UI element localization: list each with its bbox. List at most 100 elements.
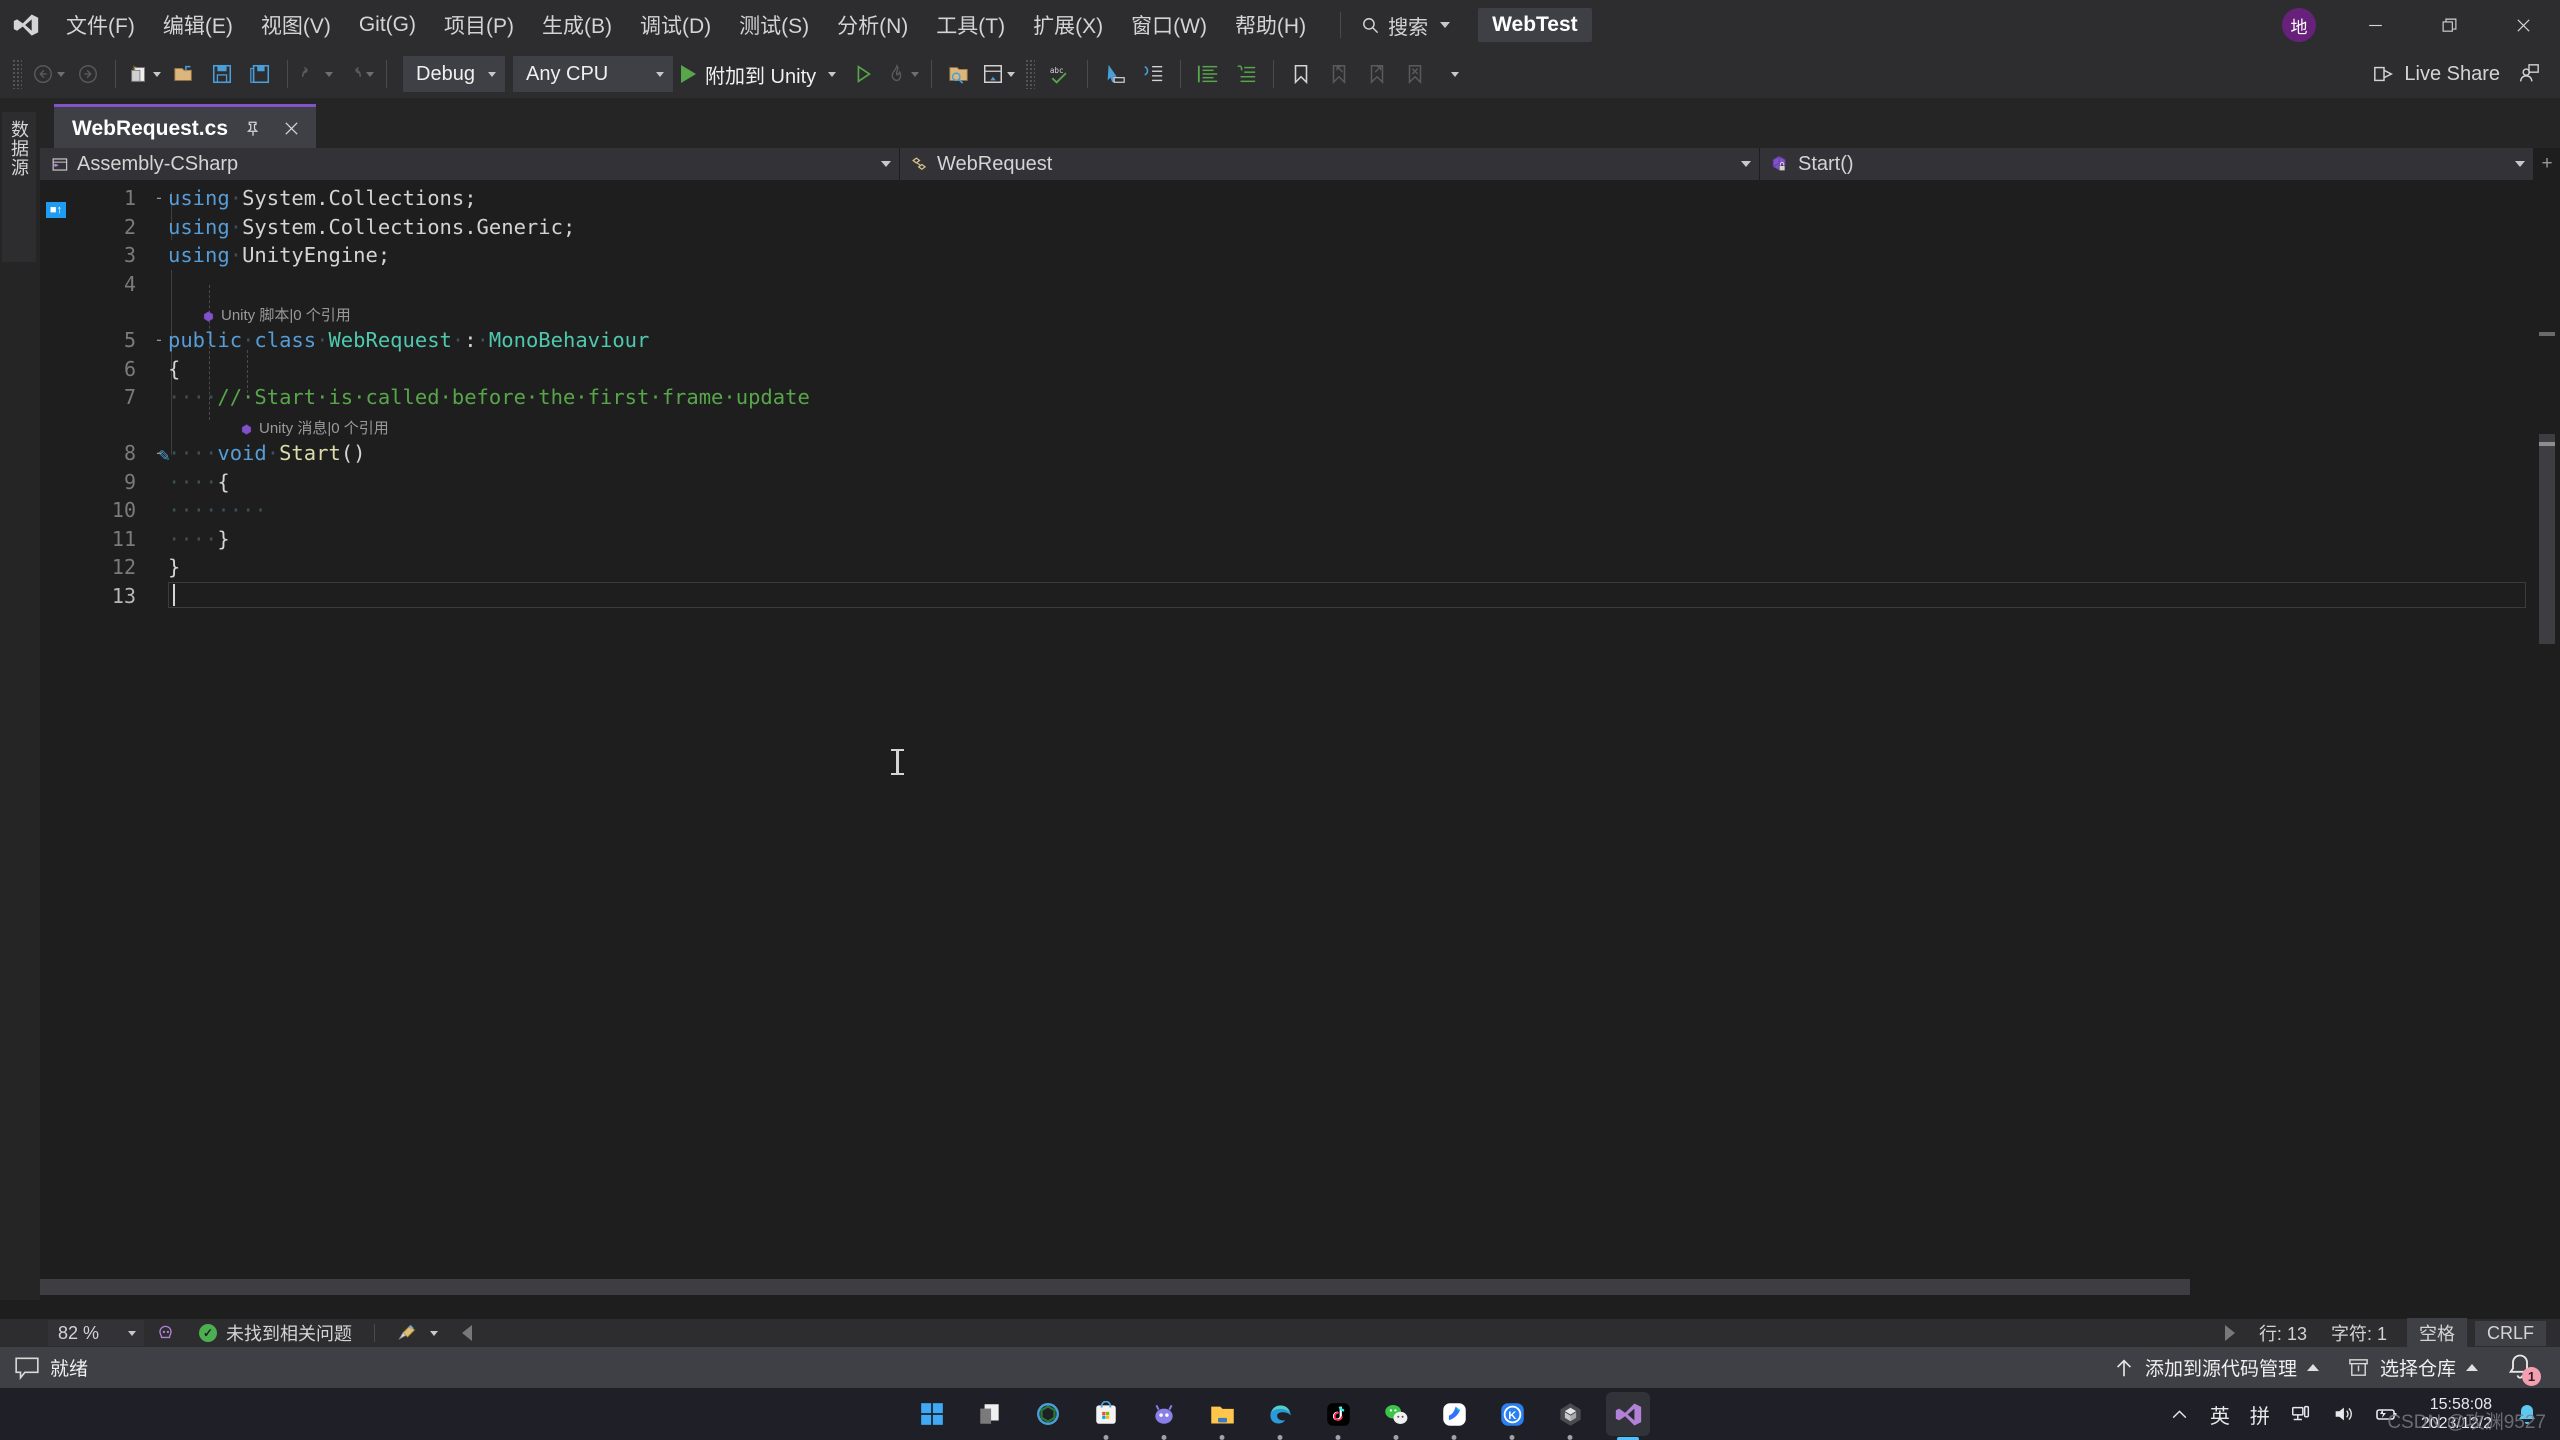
find-in-files-button[interactable] <box>940 55 978 93</box>
scroll-thumb[interactable] <box>40 1279 2190 1295</box>
start-without-debugging-button[interactable] <box>844 55 882 93</box>
tab-webrequest-cs[interactable]: WebRequest.cs <box>54 104 316 150</box>
taskbar-kuaishou-button[interactable]: K <box>1490 1392 1534 1440</box>
wrap-lines-button[interactable] <box>1227 55 1265 93</box>
code-line[interactable]: 1 - using·System.Collections; <box>40 184 2534 213</box>
taskbar-feishu-button[interactable] <box>1432 1392 1476 1440</box>
undo-button[interactable] <box>296 55 337 93</box>
status-scroll-right[interactable] <box>2213 1319 2247 1347</box>
search-input[interactable]: 搜索 <box>1355 8 1456 42</box>
indentation-mode[interactable]: 空格 <box>2406 1318 2467 1348</box>
menu-project[interactable]: 项目(P) <box>430 0 528 50</box>
pin-icon[interactable] <box>240 116 266 142</box>
menu-view[interactable]: 视图(V) <box>247 0 345 50</box>
code-line[interactable]: 4 <box>40 270 2534 299</box>
taskbar-unity-editor-button[interactable] <box>1548 1392 1592 1440</box>
code-line[interactable]: 12 } <box>40 553 2534 582</box>
new-project-button[interactable] <box>124 55 165 93</box>
navbar-type-select[interactable]: WebRequest <box>900 148 1760 180</box>
format-lines-button[interactable] <box>1189 55 1227 93</box>
taskbar-bilibili-button[interactable] <box>1142 1392 1186 1440</box>
clock[interactable]: 15:58:08 2023/12/2 <box>2411 1395 2502 1433</box>
taskbar-visual-studio-button[interactable] <box>1606 1392 1650 1440</box>
taskbar-task-view-button[interactable] <box>968 1392 1012 1436</box>
menu-debug[interactable]: 调试(D) <box>626 0 725 50</box>
toolbar-grip[interactable] <box>12 59 22 89</box>
navbar-split-button[interactable]: + <box>2534 148 2560 180</box>
fold-toggle[interactable]: - <box>150 184 168 213</box>
menu-extensions[interactable]: 扩展(X) <box>1019 0 1117 50</box>
solution-platform-select[interactable]: Any CPU <box>513 56 673 92</box>
live-share-person-button[interactable] <box>2510 55 2548 93</box>
sidebar-item-data-sources[interactable]: 数据源 <box>2 112 36 262</box>
window-layout-button[interactable] <box>978 55 1019 93</box>
add-to-source-control-button[interactable]: 添加到源代码管理 <box>2099 1347 2333 1388</box>
redo-button[interactable] <box>337 55 378 93</box>
navbar-project-select[interactable]: Assembly-CSharp <box>40 148 900 180</box>
ime-mode-indicator[interactable]: 拼 <box>2243 1393 2277 1435</box>
notifications-button[interactable]: 1 <box>2492 1347 2560 1388</box>
fold-toggle[interactable]: - <box>150 439 168 468</box>
scroll-thumb[interactable] <box>2539 434 2555 644</box>
code-line[interactable]: 10 ········ <box>40 496 2534 525</box>
navigate-forward-button[interactable] <box>69 55 107 93</box>
solution-configuration-select[interactable]: Debug <box>403 56 505 92</box>
caret-char-indicator[interactable]: 字符: 1 <box>2319 1319 2399 1347</box>
taskbar-edge-button[interactable] <box>1258 1392 1302 1440</box>
menu-file[interactable]: 文件(F) <box>52 0 149 50</box>
taskbar-wechat-button[interactable] <box>1374 1392 1418 1440</box>
editor-horizontal-scrollbar[interactable] <box>40 1274 2534 1300</box>
code-line[interactable]: 6 { <box>40 355 2534 384</box>
code-editor[interactable]: ■↑ ✎ 1 - using·System.Collections; 2 usi… <box>40 180 2560 1300</box>
spellcheck-button[interactable]: abc <box>1041 55 1079 93</box>
taskbar-start-button[interactable] <box>910 1392 954 1436</box>
toolbar-overflow-button[interactable] <box>1434 55 1472 93</box>
network-button[interactable] <box>2283 1393 2319 1435</box>
menu-git[interactable]: Git(G) <box>345 0 430 50</box>
toggle-bookmark-button[interactable] <box>1282 55 1320 93</box>
line-ending-mode[interactable]: CRLF <box>2474 1320 2546 1346</box>
tray-overflow-button[interactable] <box>2163 1393 2197 1435</box>
close-tab-icon[interactable] <box>278 116 304 142</box>
menu-window[interactable]: 窗口(W) <box>1117 0 1221 50</box>
volume-button[interactable] <box>2325 1393 2361 1435</box>
battery-button[interactable] <box>2367 1393 2405 1435</box>
previous-bookmark-button[interactable] <box>1320 55 1358 93</box>
code-line[interactable]: 9 ····{ <box>40 468 2534 497</box>
menu-build[interactable]: 生成(B) <box>528 0 626 50</box>
menu-edit[interactable]: 编辑(E) <box>149 0 247 50</box>
code-line[interactable]: 3 using·UnityEngine; <box>40 241 2534 270</box>
clear-bookmarks-button[interactable] <box>1396 55 1434 93</box>
editor-vertical-scrollbar[interactable] <box>2534 180 2560 1274</box>
code-cleanup-button[interactable] <box>385 1319 450 1347</box>
menu-tools[interactable]: 工具(T) <box>922 0 1019 50</box>
menu-help[interactable]: 帮助(H) <box>1221 0 1320 50</box>
intellicode-status[interactable] <box>144 1319 187 1347</box>
zoom-level-select[interactable]: 82 % <box>48 1320 144 1346</box>
next-bookmark-button[interactable] <box>1358 55 1396 93</box>
hot-reload-button[interactable] <box>882 55 923 93</box>
taskbar-douyin-button[interactable] <box>1316 1392 1360 1440</box>
select-repository-button[interactable]: 选择仓库 <box>2333 1347 2492 1388</box>
code-line[interactable]: 2 using·System.Collections.Generic; <box>40 213 2534 242</box>
menu-analyze[interactable]: 分析(N) <box>823 0 922 50</box>
code-line[interactable]: 7 ····//·Start·is·called·before·the·firs… <box>40 383 2534 412</box>
error-status[interactable]: ✓ 未找到相关问题 <box>187 1319 364 1347</box>
navigate-back-button[interactable] <box>28 55 69 93</box>
indent-button[interactable] <box>1134 55 1172 93</box>
selection-button[interactable] <box>1096 55 1134 93</box>
code-lines[interactable]: 1 - using·System.Collections; 2 using·Sy… <box>40 180 2534 1274</box>
menu-test[interactable]: 测试(S) <box>725 0 823 50</box>
code-line[interactable]: 8 - ····void·Start() <box>40 439 2534 468</box>
notification-center-button[interactable] <box>2508 1393 2546 1435</box>
status-scroll-left[interactable] <box>450 1319 484 1347</box>
caret-line-indicator[interactable]: 行: 13 <box>2247 1319 2319 1347</box>
fold-toggle[interactable]: - <box>150 326 168 355</box>
avatar[interactable]: 地 <box>2282 8 2316 42</box>
save-all-button[interactable] <box>241 55 279 93</box>
live-share-button[interactable]: Live Share <box>2363 55 2510 93</box>
toolbar-grip[interactable] <box>1025 59 1036 89</box>
ime-language-indicator[interactable]: 英 <box>2203 1393 2237 1435</box>
close-button[interactable] <box>2486 0 2560 50</box>
restore-button[interactable] <box>2412 0 2486 50</box>
